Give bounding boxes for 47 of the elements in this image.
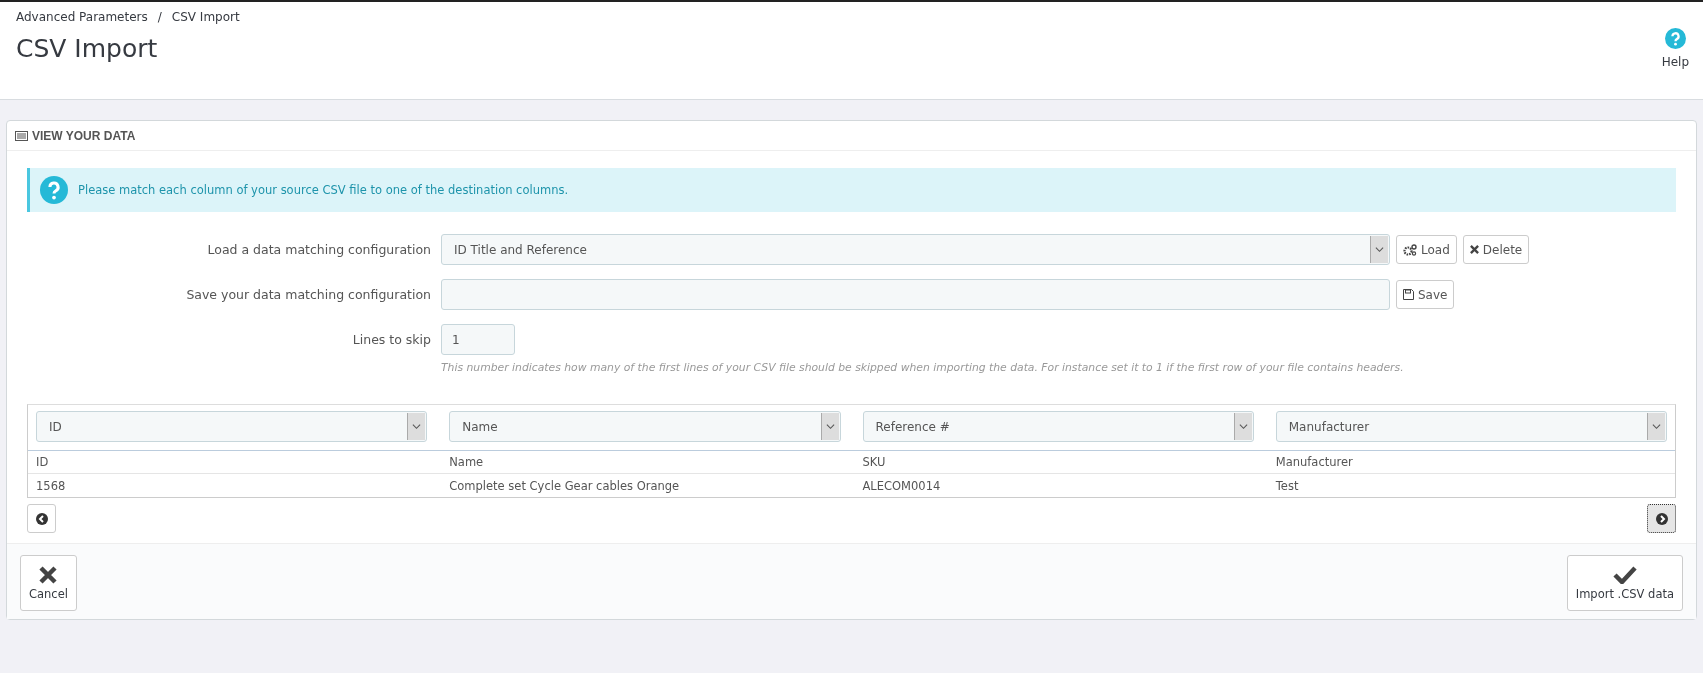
question-icon	[40, 176, 68, 204]
column-select[interactable]: Reference #	[862, 411, 1254, 442]
next-button[interactable]	[1647, 504, 1676, 533]
breadcrumb-separator: /	[157, 10, 162, 24]
list-icon	[15, 130, 28, 141]
caret-icon	[820, 413, 839, 440]
close-icon	[1469, 245, 1479, 254]
column-header: SKU	[862, 455, 887, 469]
config-name-field[interactable]	[441, 279, 1390, 310]
field-label: Load a data matching configuration	[206, 242, 431, 257]
close-icon	[39, 565, 58, 584]
field-label: Save your data matching configuration	[185, 287, 431, 302]
caret-icon	[407, 413, 426, 440]
checkmark-icon	[1612, 565, 1637, 584]
caret-icon	[1233, 413, 1252, 440]
table-cell-text: 1568	[36, 478, 67, 493]
breadcrumb-link[interactable]: Advanced Parameters	[16, 10, 148, 24]
breadcrumb-link[interactable]: CSV Import	[171, 10, 240, 24]
help-icon	[1664, 28, 1686, 49]
field-label: Lines to skip	[351, 332, 431, 347]
floppy-icon	[1403, 289, 1414, 300]
column-header: Manufacturer	[1275, 455, 1354, 469]
table-cell-text: ALECOM0014	[862, 478, 942, 493]
help-label[interactable]: Help	[1661, 55, 1689, 69]
import-button[interactable]: Import .CSV data	[1566, 555, 1683, 611]
column-select[interactable]: Manufacturer	[1275, 411, 1667, 442]
page-title: CSV Import	[16, 34, 159, 63]
lines-to-skip-field[interactable]: 1	[441, 324, 515, 355]
load-button[interactable]: Load	[1396, 235, 1457, 264]
previous-button[interactable]	[27, 504, 56, 533]
save-button[interactable]: Save	[1396, 280, 1455, 309]
panel-title: VIEW YOUR DATA	[32, 128, 136, 143]
column-select[interactable]: Name	[449, 411, 841, 442]
column-header: ID	[36, 455, 50, 469]
config-select[interactable]: ID Title and Reference	[441, 234, 1390, 265]
caret-icon	[1370, 236, 1388, 263]
table-cell-text: Complete set Cycle Gear cables Orange	[449, 478, 681, 493]
column-header: Name	[449, 455, 485, 469]
chevron-right-icon	[1655, 512, 1668, 525]
alert-text: Please match each column of your source CSV file to one of the destination columns.	[78, 183, 569, 197]
caret-icon	[1647, 413, 1665, 440]
table-cell-text: Test	[1275, 478, 1300, 493]
help-text: This number indicates how many of the first lines of your CSV file should be skipped when importing the data. For instance set it to 1 if the first row of your file contains headers.	[441, 361, 1405, 374]
column-select[interactable]: ID	[36, 411, 428, 442]
chevron-left-icon	[35, 512, 48, 525]
delete-button[interactable]: Delete	[1462, 235, 1530, 264]
cancel-button[interactable]: Cancel	[20, 555, 77, 611]
